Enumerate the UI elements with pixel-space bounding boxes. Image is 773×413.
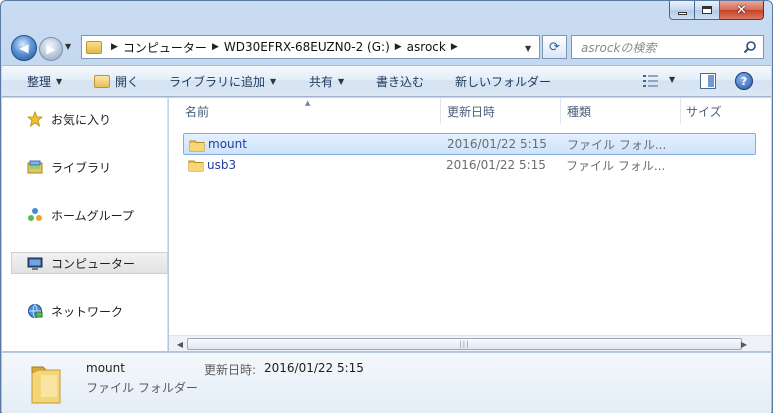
nav-favorites-label: お気に入り [51,112,112,127]
folder-icon [189,140,205,152]
column-type-label: 種類 [567,104,592,119]
table-row[interactable]: mount 2016/01/22 5:15 ファイル フォル... [183,133,756,155]
column-date-label: 更新日時 [447,104,496,119]
details-pane: mount ファイル フォルダー 更新日時: 2016/01/22 5:15 [2,352,771,413]
share-button[interactable]: 共有 ▼ [309,66,344,96]
close-button[interactable]: ✕ [720,1,764,20]
breadcrumb-separator[interactable]: ▶ [111,42,118,52]
minimize-icon [677,11,687,15]
refresh-icon: ⟳ [549,39,560,55]
burn-label: 書き込む [376,74,425,89]
details-date-label: 更新日時: [204,363,257,377]
star-icon [27,111,43,127]
close-icon: ✕ [736,2,747,18]
breadcrumb-separator[interactable]: ▶ [212,42,219,52]
command-bar: 整理 ▼ 開く ライブラリに追加 ▼ 共有 ▼ 書き込む 新しいフォルダー ▼ ? [2,65,771,97]
burn-button[interactable]: 書き込む [376,66,424,96]
forward-button[interactable]: ▶ [39,37,63,61]
folder-icon [188,160,204,172]
include-in-library-button[interactable]: ライブラリに追加 ▼ [169,66,276,96]
column-name-label: 名前 [185,104,210,119]
maximize-button[interactable] [695,1,720,20]
library-icon [27,160,43,174]
change-view-icon[interactable] [643,74,659,88]
search-box[interactable]: asrockの検索 [571,35,764,59]
folder-icon [86,40,102,54]
file-type: ファイル フォル... [566,158,666,173]
column-header-name[interactable]: 名前 [169,98,440,124]
file-list: ▲ 名前 更新日時 種類 サイズ mount 2016/01/22 5:15 フ… [169,98,771,351]
horizontal-scrollbar[interactable]: ◀ ||| ▶ [169,335,771,351]
explorer-window: ✕ ◀ ▶ ▼ ▶ コンピューター ▶ WD30EFRX-68EUZN0-2 (… [0,0,773,413]
include-in-library-label: ライブラリに追加 [169,74,266,89]
homegroup-icon [28,208,42,221]
column-header-date[interactable]: 更新日時 [431,98,561,124]
network-icon [28,304,43,318]
search-placeholder: asrockの検索 [581,40,657,55]
scroll-left-icon[interactable]: ◀ [173,338,187,350]
details-name: mount [86,361,125,375]
scrollbar-thumb[interactable]: ||| [187,338,742,350]
open-label: 開く [115,74,140,89]
breadcrumb-separator[interactable]: ▶ [395,42,402,52]
chevron-down-icon: ▼ [270,76,277,86]
file-date: 2016/01/22 5:15 [446,158,546,172]
nav-network[interactable]: ネットワーク [2,300,166,322]
open-folder-icon [94,74,110,88]
back-button[interactable]: ◀ [11,35,37,61]
share-label: 共有 [309,74,334,89]
details-type: ファイル フォルダー [86,381,198,395]
large-folder-icon [31,366,61,404]
breadcrumb-separator[interactable]: ▶ [451,42,458,52]
nav-computer-label: コンピューター [51,256,136,271]
scroll-right-icon[interactable]: ▶ [737,338,751,350]
search-icon[interactable] [743,40,757,54]
nav-libraries-label: ライブラリ [51,160,112,175]
back-arrow-icon: ◀ [19,41,29,55]
nav-homegroup-label: ホームグループ [51,208,134,223]
new-folder-label: 新しいフォルダー [455,74,552,89]
breadcrumb-computer[interactable]: コンピューター [123,39,207,56]
organize-button[interactable]: 整理 ▼ [27,66,62,96]
nav-libraries[interactable]: ライブラリ [2,156,166,178]
chevron-down-icon: ▼ [338,76,345,86]
file-name: usb3 [207,158,237,172]
caption-buttons: ✕ [669,1,764,21]
preview-pane-icon[interactable] [700,73,716,89]
file-type: ファイル フォル... [567,137,667,152]
column-size-label: サイズ [686,104,722,119]
details-date: 2016/01/22 5:15 [264,361,364,375]
recent-pages-dropdown[interactable]: ▼ [65,42,71,51]
help-icon[interactable]: ? [735,72,753,90]
organize-label: 整理 [27,74,52,89]
breadcrumb-asrock[interactable]: asrock [407,40,446,54]
nav-computer[interactable]: コンピューター [11,252,168,274]
chevron-down-icon: ▼ [56,76,63,86]
breadcrumb-drive[interactable]: WD30EFRX-68EUZN0-2 (G:) [224,40,390,54]
address-bar[interactable]: ▶ コンピューター ▶ WD30EFRX-68EUZN0-2 (G:) ▶ as… [81,35,540,59]
navigation-pane: お気に入り ライブラリ ホームグループ コンピューター ネットワーク [2,98,168,351]
file-date: 2016/01/22 5:15 [447,137,547,151]
address-history-dropdown[interactable]: ▼ [525,44,531,53]
minimize-button[interactable] [669,1,695,20]
open-button[interactable]: 開く [94,66,139,96]
column-header-size[interactable]: サイズ [670,98,770,124]
view-options-dropdown[interactable]: ▼ [669,75,675,84]
column-header-type[interactable]: 種類 [551,98,681,124]
nav-favorites[interactable]: お気に入り [2,108,166,130]
forward-arrow-icon: ▶ [46,42,56,56]
refresh-button[interactable]: ⟳ [542,35,567,59]
file-name: mount [208,137,247,151]
new-folder-button[interactable]: 新しいフォルダー [455,66,551,96]
nav-homegroup[interactable]: ホームグループ [2,204,166,226]
computer-icon [27,257,43,270]
maximize-icon [702,6,712,14]
nav-network-label: ネットワーク [51,304,124,319]
table-row[interactable]: usb3 2016/01/22 5:15 ファイル フォル... [183,154,756,176]
